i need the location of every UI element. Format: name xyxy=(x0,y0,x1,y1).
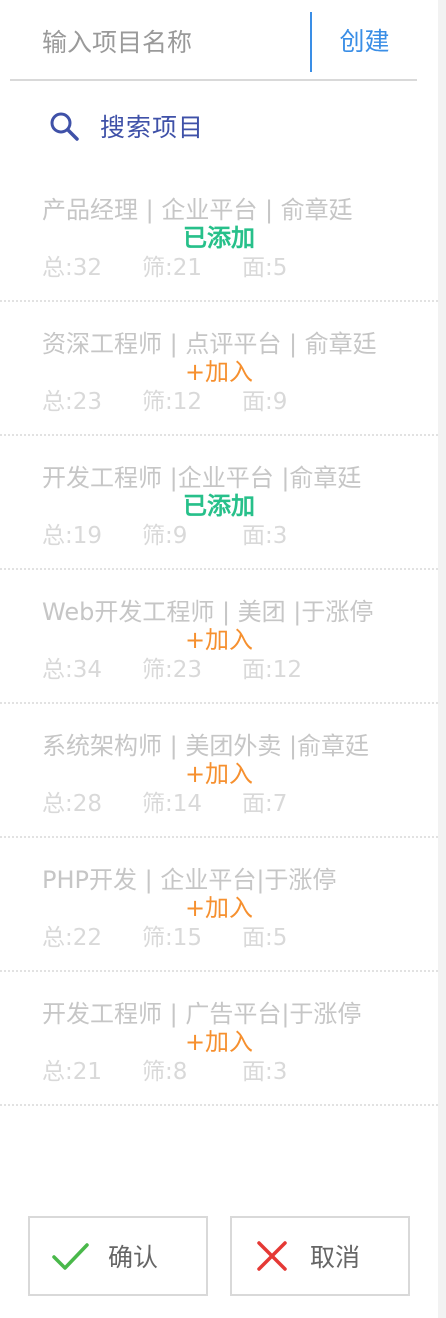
stat-interviewed: 面:3 xyxy=(242,523,288,549)
stat-screened: 筛:8 xyxy=(142,1059,188,1085)
project-list: 产品经理 | 企业平台 | 俞章廷 已添加 总:32 筛:21 面:5 资深工程… xyxy=(0,168,438,1106)
create-button[interactable]: 创建 xyxy=(312,12,417,72)
stat-total: 总:22 xyxy=(42,925,103,951)
project-picker-page: 创建 搜索项目 产品经理 | 企业平台 | 俞章廷 已添加 总:32 筛:21 … xyxy=(0,0,446,1318)
stat-total: 总:28 xyxy=(42,791,103,817)
stat-interviewed: 面:5 xyxy=(242,255,288,281)
stat-interviewed: 面:7 xyxy=(242,791,288,817)
project-item[interactable]: 资深工程师 | 点评平台 | 俞章廷 +加入 总:23 筛:12 面:9 xyxy=(0,302,438,436)
project-stats: 总:22 筛:15 面:5 xyxy=(42,918,287,952)
search-projects-label: 搜索项目 xyxy=(100,113,205,142)
project-stats: 总:34 筛:23 面:12 xyxy=(42,650,302,684)
project-item[interactable]: 开发工程师 |企业平台 |俞章廷 已添加 总:19 筛:9 面:3 xyxy=(0,436,438,570)
project-stats: 总:28 筛:14 面:7 xyxy=(42,784,287,818)
confirm-label: 确认 xyxy=(108,1243,159,1272)
project-item[interactable]: 开发工程师 | 广告平台|于涨停 +加入 总:21 筛:8 面:3 xyxy=(0,972,438,1106)
stat-total: 总:32 xyxy=(42,255,103,281)
stat-screened: 筛:23 xyxy=(142,657,203,683)
project-stats: 总:32 筛:21 面:5 xyxy=(42,248,287,282)
cancel-button[interactable]: 取消 xyxy=(230,1216,410,1296)
project-stats: 总:19 筛:9 面:3 xyxy=(42,516,287,550)
stat-interviewed: 面:12 xyxy=(242,657,303,683)
project-item[interactable]: 产品经理 | 企业平台 | 俞章廷 已添加 总:32 筛:21 面:5 xyxy=(0,168,438,302)
stat-total: 总:34 xyxy=(42,657,103,683)
confirm-button[interactable]: 确认 xyxy=(28,1216,208,1296)
cancel-label: 取消 xyxy=(310,1243,361,1272)
stat-screened: 筛:9 xyxy=(142,523,188,549)
stat-total: 总:21 xyxy=(42,1059,103,1085)
project-stats: 总:23 筛:12 面:9 xyxy=(42,382,287,416)
stat-interviewed: 面:5 xyxy=(242,925,288,951)
create-project-bar: 创建 xyxy=(10,0,417,81)
search-projects-button[interactable]: 搜索项目 xyxy=(48,104,204,148)
project-item[interactable]: 系统架构师 | 美团外卖 |俞章廷 +加入 总:28 筛:14 面:7 xyxy=(0,704,438,838)
stat-interviewed: 面:3 xyxy=(242,1059,288,1085)
checkmark-icon xyxy=(52,1243,89,1270)
project-stats: 总:21 筛:8 面:3 xyxy=(42,1052,287,1086)
close-icon xyxy=(257,1241,287,1271)
project-item[interactable]: PHP开发 | 企业平台|于涨停 +加入 总:22 筛:15 面:5 xyxy=(0,838,438,972)
stat-screened: 筛:14 xyxy=(142,791,203,817)
stat-screened: 筛:12 xyxy=(142,389,203,415)
stat-total: 总:23 xyxy=(42,389,103,415)
stat-screened: 筛:21 xyxy=(142,255,203,281)
project-item[interactable]: Web开发工程师 | 美团 |于涨停 +加入 总:34 筛:23 面:12 xyxy=(0,570,438,704)
search-icon xyxy=(50,112,79,141)
project-name-input[interactable] xyxy=(10,12,310,72)
stat-total: 总:19 xyxy=(42,523,103,549)
scroll-rail[interactable] xyxy=(438,0,446,1318)
stat-screened: 筛:15 xyxy=(142,925,203,951)
stat-interviewed: 面:9 xyxy=(242,389,288,415)
